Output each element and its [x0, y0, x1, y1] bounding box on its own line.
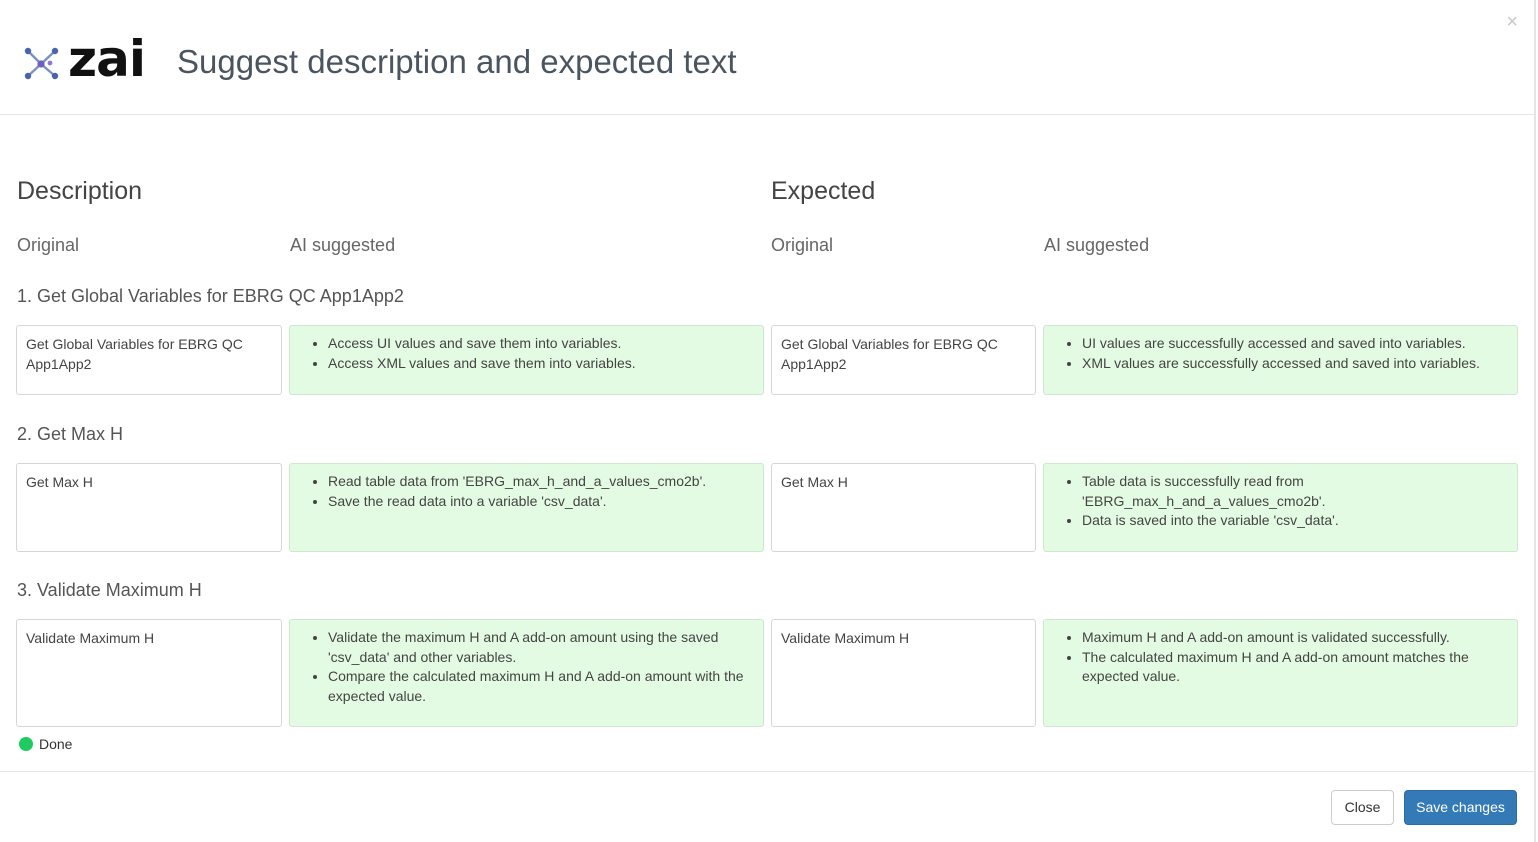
- description-original-label: Original: [17, 235, 80, 255]
- expected-ai-suggestion[interactable]: UI values are successfully accessed and …: [1043, 325, 1518, 395]
- suggestion-item: UI values are successfully accessed and …: [1082, 334, 1501, 354]
- description-original-field[interactable]: Get Global Variables for EBRG QC App1App…: [16, 325, 282, 395]
- suggestion-item: Compare the calculated maximum H and A a…: [328, 667, 747, 706]
- network-icon: [24, 47, 59, 80]
- status-label: Done: [39, 736, 73, 752]
- suggestion-item: XML values are successfully accessed and…: [1082, 354, 1501, 374]
- save-changes-button[interactable]: Save changes: [1404, 790, 1517, 825]
- modal-footer: Close Save changes: [0, 771, 1536, 842]
- status-dot-icon: [19, 737, 33, 751]
- suggestion-item: Maximum H and A add-on amount is validat…: [1082, 628, 1501, 648]
- suggestion-list: Validate the maximum H and A add-on amou…: [328, 628, 747, 706]
- modal-title: Suggest description and expected text: [177, 43, 737, 80]
- close-icon[interactable]: ×: [1506, 12, 1518, 32]
- step-title: 3. Validate Maximum H: [17, 580, 202, 600]
- suggestion-item: Access UI values and save them into vari…: [328, 334, 747, 354]
- suggestion-item: Read table data from 'EBRG_max_h_and_a_v…: [328, 472, 747, 492]
- logo-text: zai: [68, 30, 146, 88]
- step-title: 2. Get Max H: [17, 424, 124, 444]
- description-title: Description: [17, 177, 143, 205]
- expected-ai-suggestion[interactable]: Table data is successfully read from 'EB…: [1043, 463, 1518, 552]
- description-original-field[interactable]: Validate Maximum H: [16, 619, 282, 727]
- suggestion-item: Save the read data into a variable 'csv_…: [328, 492, 747, 512]
- description-ai-suggestion[interactable]: Validate the maximum H and A add-on amou…: [289, 619, 764, 727]
- suggestion-list: Maximum H and A add-on amount is validat…: [1082, 628, 1501, 687]
- expected-title: Expected: [771, 177, 876, 205]
- status-indicator: Done: [19, 735, 72, 753]
- suggestion-item: Access XML values and save them into var…: [328, 354, 747, 374]
- suggestion-item: The calculated maximum H and A add-on am…: [1082, 648, 1501, 687]
- expected-ai-suggestion[interactable]: Maximum H and A add-on amount is validat…: [1043, 619, 1518, 727]
- step-title: 1. Get Global Variables for EBRG QC App1…: [17, 286, 404, 306]
- expected-original-field[interactable]: Validate Maximum H: [771, 619, 1036, 727]
- suggestion-item: Table data is successfully read from 'EB…: [1082, 472, 1501, 511]
- description-ai-suggestion[interactable]: Read table data from 'EBRG_max_h_and_a_v…: [289, 463, 764, 552]
- expected-original-field[interactable]: Get Global Variables for EBRG QC App1App…: [771, 325, 1036, 395]
- description-ai-suggestion[interactable]: Access UI values and save them into vari…: [289, 325, 764, 395]
- suggestion-item: Validate the maximum H and A add-on amou…: [328, 628, 747, 667]
- description-original-field[interactable]: Get Max H: [16, 463, 282, 552]
- suggestion-list: UI values are successfully accessed and …: [1082, 334, 1501, 373]
- suggestion-item: Data is saved into the variable 'csv_dat…: [1082, 511, 1501, 531]
- suggest-modal: zai Suggest description and expected tex…: [0, 0, 1536, 842]
- description-ai-label: AI suggested: [290, 235, 396, 255]
- expected-original-field[interactable]: Get Max H: [771, 463, 1036, 552]
- suggestion-list: Read table data from 'EBRG_max_h_and_a_v…: [328, 472, 747, 511]
- modal-header: zai Suggest description and expected tex…: [0, 0, 1536, 115]
- expected-original-label: Original: [771, 235, 834, 255]
- suggestion-list: Access UI values and save them into vari…: [328, 334, 747, 373]
- expected-ai-label: AI suggested: [1044, 235, 1150, 255]
- close-button[interactable]: Close: [1331, 790, 1394, 825]
- suggestion-list: Table data is successfully read from 'EB…: [1082, 472, 1501, 531]
- zai-logo: zai: [22, 34, 157, 84]
